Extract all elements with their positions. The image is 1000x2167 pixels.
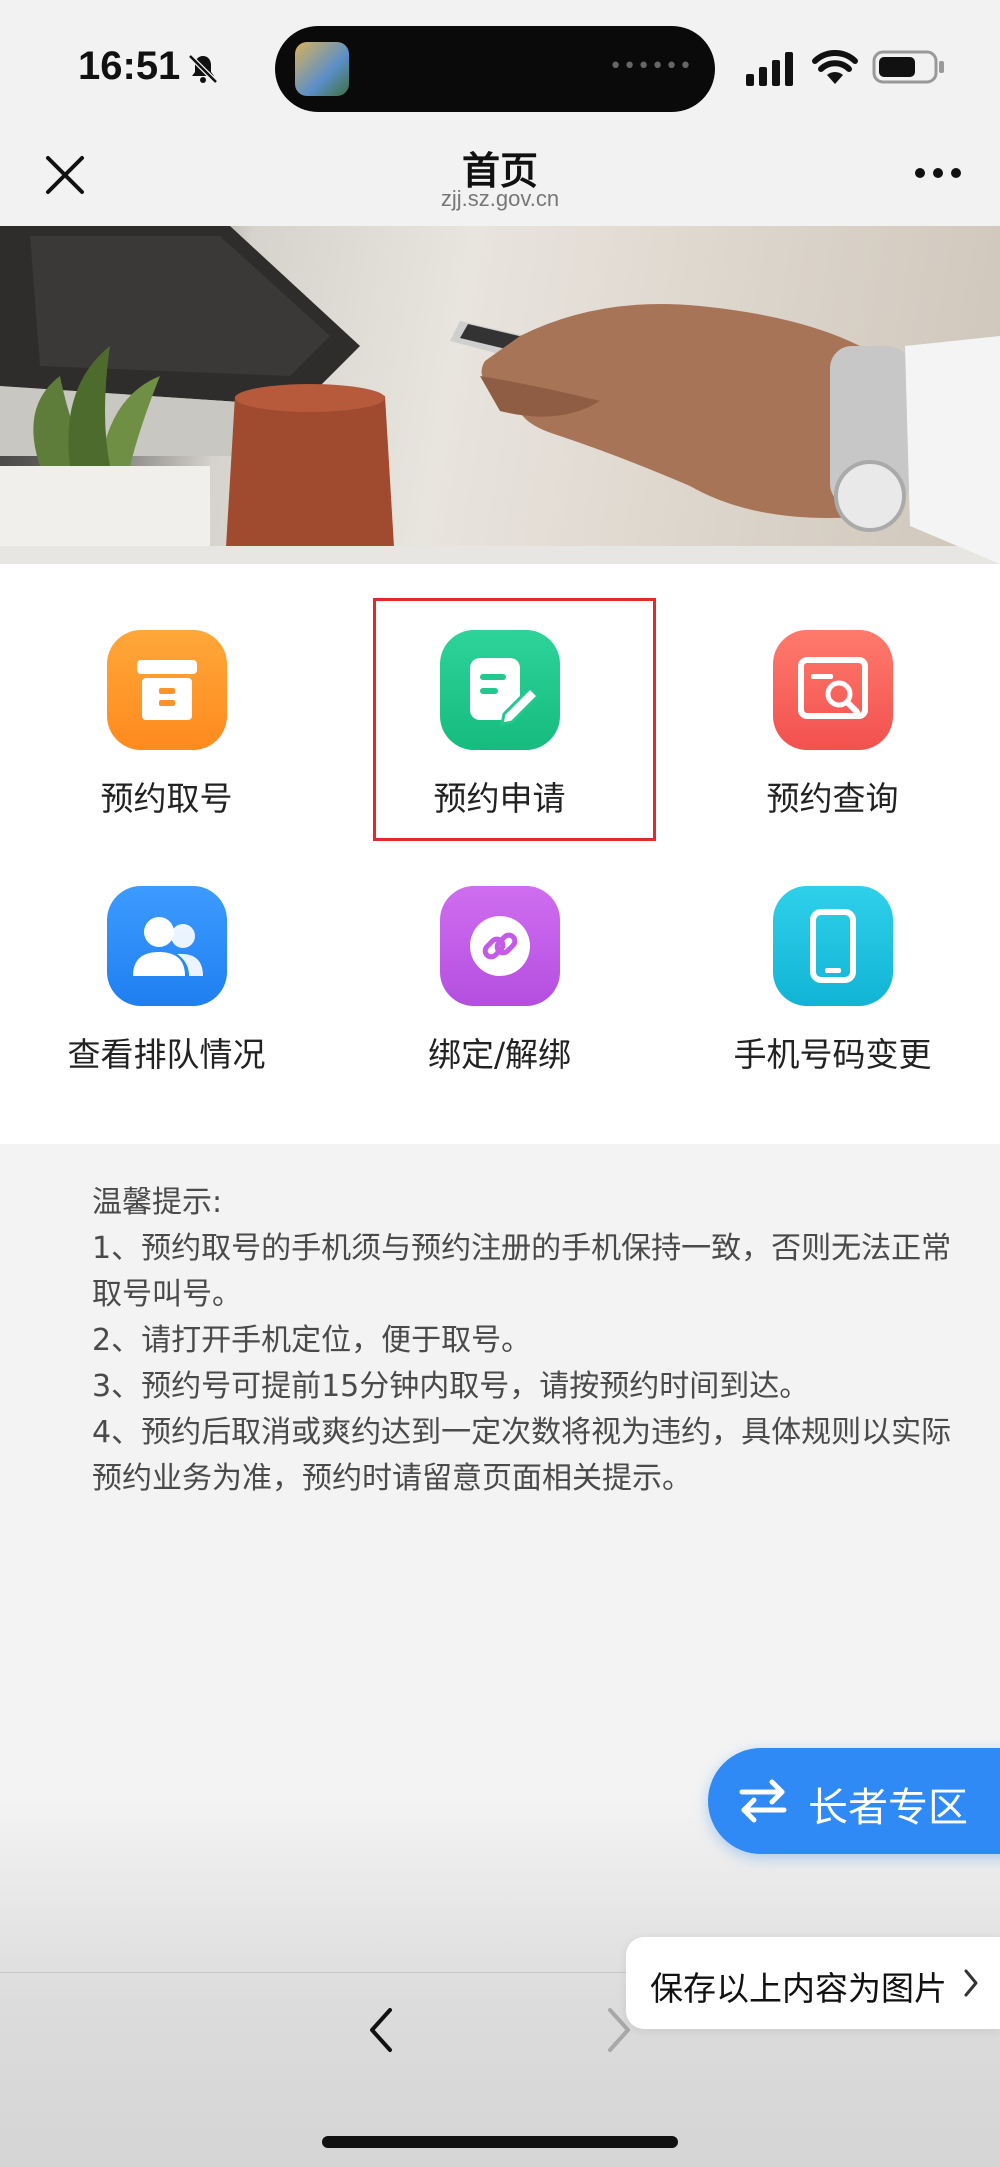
wifi-icon <box>812 50 858 84</box>
tips-line: 4、预约后取消或爽约达到一定次数将视为违约，具体规则以实际预约业务为准，预约时请… <box>92 1415 952 1496</box>
grid-item-queue-status[interactable]: 查看排队情况 <box>0 820 333 1074</box>
grid-item-bind-unbind[interactable]: 绑定/解绑 <box>333 820 666 1074</box>
page-domain: zjj.sz.gov.cn <box>440 186 560 211</box>
grid-item-appointment-query[interactable]: 预约查询 <box>666 564 999 818</box>
chevron-right-icon <box>964 1969 978 1997</box>
link-icon <box>440 886 560 1006</box>
banner-image <box>0 226 1000 564</box>
tips-section: 温馨提示: 1、预约取号的手机须与预约注册的手机保持一致，否则无法正常取号叫号。… <box>92 1180 952 1502</box>
search-document-icon <box>773 630 893 750</box>
status-bar: 16:51 •••••• <box>0 0 1000 130</box>
bell-off-icon <box>188 54 218 84</box>
home-indicator[interactable] <box>322 2136 678 2148</box>
phone-icon <box>773 886 893 1006</box>
save-as-image-label: 保存以上内容为图片 <box>650 1969 947 2008</box>
grid-item-change-phone[interactable]: 手机号码变更 <box>666 820 999 1074</box>
status-time: 16:51 <box>78 44 181 88</box>
island-indicator-icon: •••••• <box>609 54 693 79</box>
users-icon <box>107 886 227 1006</box>
more-icon[interactable] <box>910 158 966 188</box>
dynamic-island: •••••• <box>275 26 715 112</box>
grid-label: 绑定/解绑 <box>427 1035 572 1074</box>
elder-zone-button[interactable]: 长者专区 <box>708 1748 1000 1854</box>
tips-line: 3、预约号可提前15分钟内取号，请按预约时间到达。 <box>92 1369 810 1404</box>
tips-title: 温馨提示: <box>92 1185 223 1220</box>
tips-line: 1、预约取号的手机须与预约注册的手机保持一致，否则无法正常取号叫号。 <box>92 1231 952 1312</box>
grid-label: 预约查询 <box>766 779 899 818</box>
signal-icon <box>746 52 793 86</box>
banner-illustration <box>0 226 1000 564</box>
swap-icon <box>739 1779 787 1823</box>
nav-bar: 首页 zjj.sz.gov.cn <box>0 130 1000 226</box>
live-activity-app-icon <box>295 42 349 96</box>
back-icon[interactable] <box>360 2000 400 2060</box>
save-as-image-button[interactable]: 保存以上内容为图片 <box>626 1937 1000 2029</box>
grid-label: 预约取号 <box>100 779 233 818</box>
battery-icon <box>872 50 944 84</box>
archive-icon <box>107 630 227 750</box>
tips-line: 2、请打开手机定位，便于取号。 <box>92 1323 532 1358</box>
grid-item-appointment-number[interactable]: 预约取号 <box>0 564 333 818</box>
grid-label: 手机号码变更 <box>733 1035 932 1074</box>
highlight-annotation <box>373 598 656 841</box>
grid-label: 查看排队情况 <box>67 1035 266 1074</box>
elder-zone-label: 长者专区 <box>808 1785 968 1831</box>
